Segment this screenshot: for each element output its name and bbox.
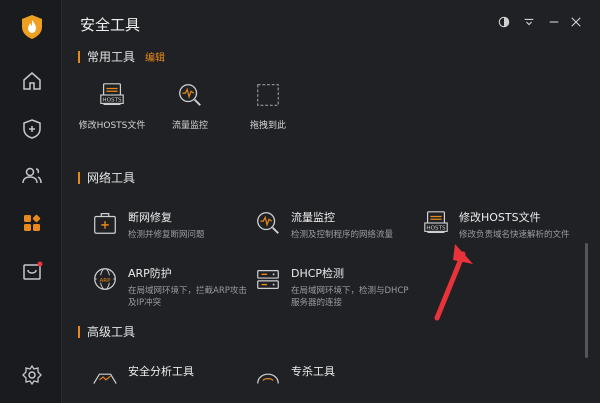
security-analysis-icon: [90, 362, 120, 392]
scrollbar[interactable]: [585, 243, 588, 358]
svg-text:HOSTS: HOSTS: [426, 226, 446, 232]
tool-desc: 在局域网环境下，检测与DHCP服务器的连接: [291, 286, 409, 308]
common-tools-header: 常用工具 编辑: [78, 48, 165, 65]
hosts-file-icon: HOSTS: [97, 80, 127, 110]
tool-name: ARP防护: [128, 267, 172, 280]
main-content: 常用工具 编辑 HOSTS 修改HOSTS文件 流量监控 拖拽到此 网络工具 断…: [62, 44, 600, 403]
section-accent-bar: [78, 50, 80, 63]
quick-item-label: 流量监控: [171, 121, 208, 131]
tool-network-repair[interactable]: 断网修复 检测并修复断网问题: [90, 208, 205, 241]
svg-text:ARP: ARP: [99, 278, 111, 284]
close-icon[interactable]: [568, 14, 584, 30]
network-tools-title: 网络工具: [87, 171, 136, 185]
app-logo-icon: [21, 14, 43, 40]
tool-removal[interactable]: 专杀工具: [253, 362, 335, 392]
quick-item-hosts[interactable]: HOSTS 修改HOSTS文件: [67, 80, 157, 131]
tool-name: 修改HOSTS文件: [459, 211, 541, 224]
nav-apps-icon[interactable]: [19, 210, 45, 236]
arp-globe-icon: ARP: [90, 264, 120, 294]
tool-text: ARP防护 在局域网环境下，拦截ARP攻击及IP冲突: [128, 264, 248, 309]
tool-name: DHCP检测: [291, 267, 345, 280]
quick-item-label: 拖拽到此: [249, 121, 286, 131]
nav-settings-icon[interactable]: [19, 362, 45, 388]
tool-security-analysis[interactable]: 安全分析工具: [90, 362, 194, 392]
section-accent-bar: [78, 171, 80, 184]
section-accent-bar: [78, 325, 80, 338]
tool-name: 安全分析工具: [128, 365, 194, 378]
tool-text: 流量监控 检测及控制程序的网络流量: [291, 208, 393, 241]
tool-text: 专杀工具: [291, 362, 335, 379]
annotation-arrow-icon: [434, 244, 473, 321]
svg-text:HOSTS: HOSTS: [102, 98, 122, 104]
advanced-tools-title: 高级工具: [87, 325, 136, 339]
dhcp-server-icon: [253, 264, 283, 294]
tool-name: 断网修复: [128, 211, 172, 224]
tool-traffic-monitor[interactable]: 流量监控 检测及控制程序的网络流量: [253, 208, 393, 241]
quick-item-traffic[interactable]: 流量监控: [145, 80, 235, 131]
traffic-monitor-icon: [175, 80, 205, 110]
nav-users-icon[interactable]: [19, 162, 45, 188]
title-bar: 安全工具: [62, 0, 600, 44]
tool-name: 流量监控: [291, 211, 335, 224]
menu-dropdown-icon[interactable]: [521, 14, 537, 30]
edit-link[interactable]: 编辑: [145, 49, 165, 64]
nav-store-icon[interactable]: [19, 258, 45, 284]
advanced-tools-header: 高级工具: [78, 323, 135, 340]
window-title: 安全工具: [80, 16, 141, 34]
hosts-file-icon: HOSTS: [421, 208, 451, 238]
tool-arp-protection[interactable]: ARP ARP防护 在局域网环境下，拦截ARP攻击及IP冲突: [90, 264, 248, 309]
nav-shield-plus-icon[interactable]: [19, 116, 45, 142]
nav-home-icon[interactable]: [19, 68, 45, 94]
common-tools-title: 常用工具: [87, 50, 136, 64]
minimize-icon[interactable]: [546, 14, 562, 30]
tool-desc: 检测并修复断网问题: [128, 230, 205, 240]
sidebar: [0, 0, 62, 403]
drop-zone-icon: [253, 80, 283, 110]
removal-tool-icon: [253, 362, 283, 392]
tool-desc: 检测及控制程序的网络流量: [291, 230, 394, 240]
tool-text: 安全分析工具: [128, 362, 194, 379]
tool-desc: 在局域网环境下，拦截ARP攻击及IP冲突: [128, 286, 247, 308]
tool-dhcp-check[interactable]: DHCP检测 在局域网环境下，检测与DHCP服务器的连接: [253, 264, 411, 309]
tool-name: 专杀工具: [291, 365, 335, 378]
network-repair-icon: [90, 208, 120, 238]
tool-text: 断网修复 检测并修复断网问题: [128, 208, 205, 241]
theme-toggle-icon[interactable]: [496, 14, 512, 30]
app-window: 安全工具 常用工具 编辑 HOSTS 修改HOSTS文件 流量监控 拖拽到此 网…: [0, 0, 600, 403]
traffic-monitor-icon: [253, 208, 283, 238]
tool-text: DHCP检测 在局域网环境下，检测与DHCP服务器的连接: [291, 264, 411, 309]
quick-item-drop[interactable]: 拖拽到此: [223, 80, 313, 131]
quick-item-label: 修改HOSTS文件: [78, 121, 146, 131]
network-tools-header: 网络工具: [78, 169, 135, 186]
